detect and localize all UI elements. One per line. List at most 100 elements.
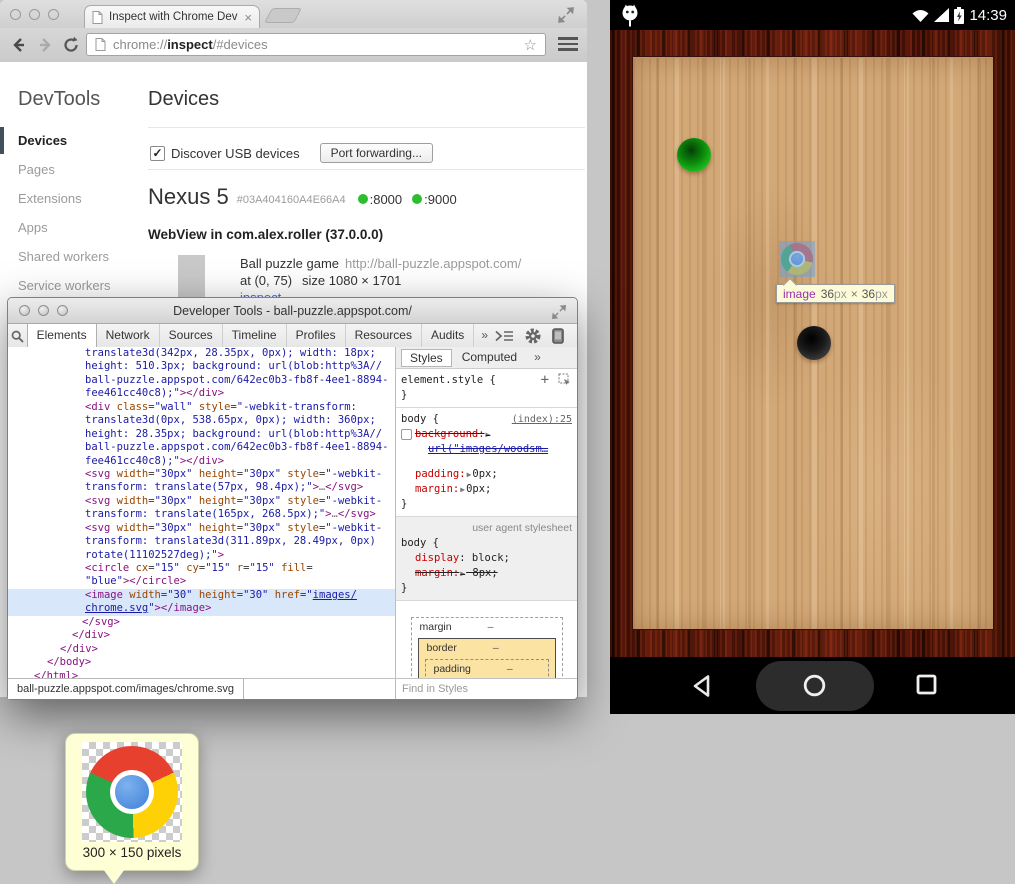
code-line[interactable]: <circle cx="15" cy="15" r="15" fill= — [8, 562, 395, 575]
minimize-window-button[interactable] — [38, 305, 49, 316]
green-ball[interactable] — [677, 138, 711, 172]
property-padding[interactable]: padding:▶0px; — [401, 467, 572, 482]
code-line[interactable]: ball-puzzle.appspot.com/642ec0b3-fb8f-4e… — [8, 374, 395, 387]
zoom-window-button[interactable] — [48, 9, 59, 20]
tab-title: Inspect with Chrome Devel — [109, 11, 238, 23]
code-line[interactable]: </div> — [8, 643, 395, 656]
tab-elements[interactable]: Elements — [28, 324, 97, 348]
close-window-button[interactable] — [10, 9, 21, 20]
property-margin[interactable]: margin:▶0px; — [401, 482, 572, 497]
sidebar-item-shared-workers[interactable]: Shared workers — [0, 242, 148, 271]
code-line[interactable]: <svg width="30px" height="30px" style="-… — [8, 468, 395, 481]
expand-window-icon[interactable] — [551, 304, 567, 320]
bookmark-star-icon[interactable]: ☆ — [524, 36, 537, 54]
tab-timeline[interactable]: Timeline — [223, 324, 287, 348]
rule-source-link[interactable]: (index):25 — [512, 412, 572, 427]
window-controls[interactable] — [19, 305, 68, 316]
minimize-window-button[interactable] — [29, 9, 40, 20]
tab-profiles[interactable]: Profiles — [287, 324, 346, 348]
code-line[interactable]: <svg width="30px" height="30px" style="-… — [8, 522, 395, 535]
code-line[interactable]: rotate(11102527deg);"> — [8, 549, 395, 562]
gear-icon[interactable] — [525, 328, 541, 344]
url-bar[interactable]: chrome://inspect/#devices ☆ — [86, 33, 546, 56]
black-ball[interactable] — [797, 326, 831, 360]
page-icon — [92, 11, 103, 24]
devtools-titlebar[interactable]: Developer Tools - ball-puzzle.appspot.co… — [8, 298, 577, 324]
discover-usb-checkbox[interactable]: ✓ — [150, 146, 165, 161]
code-line[interactable]: </svg> — [8, 616, 395, 629]
devtools-tabs: ElementsNetworkSourcesTimelineProfilesRe… — [28, 324, 475, 348]
close-window-button[interactable] — [19, 305, 30, 316]
dom-tree: translate3d(342px, 28.35px, 0px); width:… — [8, 347, 395, 679]
property-margin-overridden[interactable]: margin:▶ 8px; — [401, 566, 572, 581]
code-line-selected[interactable]: <image width="30" height="30" href="imag… — [8, 589, 395, 602]
code-line[interactable]: transform: translate(57px, 98.4px);">…</… — [8, 481, 395, 494]
property-background[interactable]: background:▶ — [401, 427, 572, 442]
styles-tab-computed[interactable]: Computed — [454, 349, 525, 367]
image-preview-tooltip: 300 × 150 pixels — [65, 733, 199, 871]
code-line[interactable]: ball-puzzle.appspot.com/642ec0b3-fb8f-4e… — [8, 441, 395, 454]
reload-icon[interactable] — [62, 36, 80, 54]
inspect-element-icon[interactable] — [558, 373, 571, 386]
property-display[interactable]: display: block; — [401, 551, 572, 566]
tabs-overflow-chevron[interactable]: » — [474, 324, 495, 348]
property-checkbox[interactable] — [401, 429, 412, 440]
nav-home-icon[interactable] — [803, 674, 826, 697]
tab-network[interactable]: Network — [97, 324, 160, 348]
expand-window-icon[interactable] — [557, 6, 575, 24]
code-line[interactable]: translate3d(0px, 538.65px, 0px); width: … — [8, 414, 395, 427]
box-model-border[interactable]: border– padding– 360 × 0 — [418, 638, 556, 679]
forward-icon[interactable] — [36, 36, 54, 54]
tab-close-icon[interactable]: × — [244, 11, 252, 24]
element-style-section: + element.style { } — [396, 369, 577, 408]
sidebar-item-apps[interactable]: Apps — [0, 213, 148, 242]
tab-sources[interactable]: Sources — [160, 324, 223, 348]
code-line-selected[interactable]: chrome.svg"></image> — [8, 602, 395, 615]
signal-icon — [934, 8, 949, 22]
new-tab-button[interactable] — [264, 8, 302, 23]
background-url-value[interactable]: url("images/woodsm… — [401, 442, 572, 457]
nav-recents-icon[interactable] — [916, 674, 937, 695]
nav-back-icon[interactable] — [692, 674, 712, 698]
add-property-icon[interactable]: + — [541, 374, 549, 386]
code-line[interactable]: height: 28.35px; background: url(blob:ht… — [8, 428, 395, 441]
code-line[interactable]: </div> — [8, 629, 395, 642]
devtools-statusbar: ball-puzzle.appspot.com/images/chrome.sv… — [8, 678, 577, 699]
rule-selector[interactable]: body { — [401, 412, 439, 427]
browser-tab[interactable]: Inspect with Chrome Devel × — [84, 5, 260, 28]
code-line[interactable]: height: 510.3px; background: url(blob:ht… — [8, 360, 395, 373]
code-line[interactable]: transform: translate(165px, 268.5px);">…… — [8, 508, 395, 521]
zoom-window-button[interactable] — [57, 305, 68, 316]
styles-overflow-chevron[interactable]: » — [527, 347, 548, 369]
device-serial: #03A404160A4E66A4 — [237, 194, 346, 206]
code-line[interactable]: fee461cc40c8);"></div> — [8, 387, 395, 400]
code-line[interactable]: fee461cc40c8);"></div> — [8, 455, 395, 468]
tab-resources[interactable]: Resources — [346, 324, 422, 348]
app-notification-icon — [621, 4, 641, 27]
back-icon[interactable] — [10, 36, 28, 54]
box-model-margin[interactable]: margin– border– padding– 360 × 0 — [411, 617, 563, 679]
discover-usb-label: Discover USB devices — [171, 146, 300, 161]
code-line[interactable]: translate3d(342px, 28.35px, 0px); width:… — [8, 347, 395, 360]
sidebar-item-devices[interactable]: Devices — [0, 126, 148, 155]
sidebar-item-extensions[interactable]: Extensions — [0, 184, 148, 213]
console-icon[interactable] — [495, 330, 514, 342]
search-icon[interactable] — [8, 324, 28, 348]
sidebar-item-service-workers[interactable]: Service workers — [0, 271, 148, 300]
sidebar-item-pages[interactable]: Pages — [0, 155, 148, 184]
code-line[interactable]: "blue"></circle> — [8, 575, 395, 588]
code-line[interactable]: </body> — [8, 656, 395, 669]
find-in-styles-input[interactable]: Find in Styles — [395, 679, 577, 699]
tab-audits[interactable]: Audits — [422, 324, 474, 348]
code-line[interactable]: <div class="wall" style="-webkit-transfo… — [8, 401, 395, 414]
inspected-image-element[interactable] — [779, 241, 815, 277]
styles-tab-styles[interactable]: Styles — [401, 349, 452, 367]
code-line[interactable]: transform: translate3d(311.89px, 28.49px… — [8, 535, 395, 548]
rule-selector[interactable]: body { — [401, 536, 572, 551]
window-controls[interactable] — [10, 9, 59, 20]
box-model-padding[interactable]: padding– 360 × 0 — [425, 659, 549, 679]
code-line[interactable]: <svg width="30px" height="30px" style="-… — [8, 495, 395, 508]
menu-icon[interactable] — [558, 37, 578, 51]
port-forwarding-button[interactable]: Port forwarding... — [320, 143, 433, 163]
device-mode-icon[interactable] — [552, 328, 564, 344]
